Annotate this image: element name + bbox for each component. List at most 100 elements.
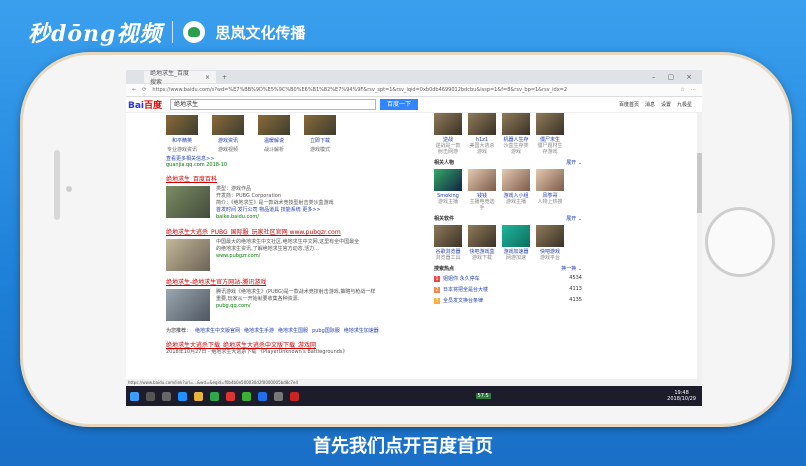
people-expand[interactable]: 展开 ⌄ [566, 159, 582, 166]
cite: guanjia.qq.com 2018-10 [166, 162, 228, 168]
caption-sub: 游戏模式 [309, 147, 330, 153]
divider [172, 21, 174, 43]
side-item[interactable]: 僵尸末生 僵尸题材生存游戏 [536, 113, 564, 155]
more-link[interactable]: 查看更多相关信息>> [166, 155, 426, 162]
url-field[interactable]: https://www.baidu.com/s?wd=%E7%BB%9D%E5%… [152, 87, 674, 93]
app-icon[interactable] [210, 391, 219, 401]
software-expand[interactable]: 展开 ⌄ [566, 215, 582, 222]
person-item[interactable]: 游戏入小组 游戏主播 [502, 169, 530, 211]
maximize-button[interactable]: ▢ [668, 73, 675, 81]
game-caption[interactable]: 立即下载 [304, 137, 336, 144]
game-thumb[interactable] [212, 115, 244, 135]
browser-screen: 绝地求生_百度搜索 × + – ▢ × ← ⟳ https://www.baid… [126, 70, 702, 406]
link-baidu-home[interactable]: 百度首页 [619, 101, 639, 108]
brand-logo-right: 思岚文化传播 [215, 23, 306, 42]
person-item[interactable]: Smoking 游戏主播 [434, 169, 462, 211]
related-link[interactable]: 绝地求生国服 [278, 327, 308, 334]
close-window-button[interactable]: × [686, 73, 692, 81]
result-title[interactable]: 绝地求生-绝地求生官方网站-腾讯游戏 [166, 277, 426, 286]
related-link[interactable]: pubg国际服 [312, 327, 340, 334]
app-icon[interactable] [258, 391, 267, 401]
app-icon[interactable] [274, 391, 283, 401]
wechat-icon[interactable] [242, 391, 251, 401]
related-link[interactable]: 绝地求生加速器 [344, 327, 379, 334]
related-link[interactable]: 绝地求生手游 [244, 327, 274, 334]
side-item[interactable]: 机器人生存 沙盒生存类游戏 [502, 113, 530, 155]
result-cite: www.pubgzr.com/ [216, 253, 261, 259]
hot-refresh[interactable]: 换一换 ⌄ [561, 265, 582, 272]
start-icon[interactable] [130, 391, 139, 401]
minimize-button[interactable]: – [652, 73, 656, 81]
brand-logo-left: 秒dōng视频 [28, 21, 163, 47]
software-item[interactable]: 快吧游戏盒 游戏下载 [468, 225, 496, 261]
game-thumb[interactable] [166, 115, 198, 135]
game-thumbs [166, 115, 426, 135]
result-cite: baike.baidu.com/ [216, 214, 259, 220]
game-caption[interactable]: 和平精英 [166, 137, 198, 144]
game-caption[interactable]: 游戏资讯 [212, 137, 244, 144]
search-icon[interactable] [146, 391, 155, 401]
phone-speaker [54, 150, 60, 220]
result-title[interactable]: 绝地求生大逃杀下载_绝地求生大逃杀中文版下载_游戏网 [166, 340, 426, 349]
scroll-thumb[interactable] [697, 153, 702, 213]
link-user[interactable]: 九极星 [677, 101, 692, 108]
menu-icon[interactable]: ⋯ [691, 87, 696, 93]
software-item[interactable]: 游戏加速器 网游加速 [502, 225, 530, 261]
person-item[interactable]: 钱钱 主播电竞选手 [468, 169, 496, 211]
game-caption[interactable]: 温暖解说 [258, 137, 290, 144]
caption-sub: 游戏视频 [217, 147, 238, 153]
baidu-logo[interactable]: Bai百度 [128, 98, 166, 111]
browser-tab[interactable]: 绝地求生_百度搜索 × [144, 70, 216, 86]
hot-item[interactable]: 1 姐姐你 永久停车 4534 [434, 275, 582, 282]
search-button[interactable]: 百度一下 [380, 99, 418, 110]
link-settings[interactable]: 设置 [661, 101, 671, 108]
hot-item[interactable]: 3 全员发文换台条律 4135 [434, 297, 582, 304]
clock[interactable]: 19:48 2018/10/29 [667, 390, 702, 402]
side-item[interactable]: 逆战 逆战是一款射击网游 [434, 113, 462, 155]
software-item[interactable]: 谷歌浏览器 浏览器工具 [434, 225, 462, 261]
side-item[interactable]: h1z1 美国大逃杀游戏 [468, 113, 496, 155]
app-icon[interactable] [290, 391, 299, 401]
software-item[interactable]: 快吧游戏 游戏平台 [536, 225, 564, 261]
address-bar[interactable]: ← ⟳ https://www.baidu.com/s?wd=%E7%BB%9D… [126, 84, 702, 97]
home-button[interactable] [705, 207, 775, 277]
result-line: 的绝地求生资讯,了解绝地求生官方动态,活力... [216, 246, 319, 252]
search-input[interactable]: 绝地求生 [170, 99, 376, 110]
software-grid: 谷歌浏览器 浏览器工具 快吧游戏盒 游戏下载 游戏加速器 网游加速 快吧游戏 游戏平台 [432, 225, 582, 261]
tab-bar: 绝地求生_百度搜索 × + – ▢ × [126, 70, 702, 86]
software-label: 相关软件 [434, 216, 455, 222]
caption-sub: 专业游戏资讯 [166, 147, 197, 153]
link-messages[interactable]: 消息 [645, 101, 655, 108]
result-line[interactable]: 首发时间 发行公司 物品道具 技能系统 更多>> [216, 207, 334, 214]
edge-icon[interactable] [178, 391, 187, 401]
star-icon[interactable]: ☆ [681, 87, 685, 93]
hot-item[interactable]: 2 日本将把全是台大楼 4113 [434, 286, 582, 293]
result-image[interactable] [166, 186, 210, 218]
result-title[interactable]: 绝地求生大逃杀_PUBG_国际服_玩家社区官网 www.pubgzr.com [166, 227, 426, 236]
result-line: 腾讯游戏《绝地求生》(PUBG)是一款战术竞技射击游戏,策略与枪战一样 [216, 289, 376, 295]
new-tab-button[interactable]: + [222, 74, 227, 81]
tab-close-icon[interactable]: × [205, 74, 210, 81]
related-searches: 为您推荐： 绝地求生中文版官网 绝地求生手游 绝地求生国服 pubg国际服 绝地… [166, 327, 426, 334]
phone-camera [66, 186, 72, 192]
scrollbar[interactable] [697, 113, 702, 383]
right-sidebar: 逆战 逆战是一款射击网游 h1z1 美国大逃杀游戏 机器人生存 沙盒生存类游戏 僵尸末… [432, 113, 582, 383]
folder-icon[interactable] [194, 391, 203, 401]
watermark-header: 秒dōng视频 思岚文化传播 [28, 16, 305, 48]
refresh-icon[interactable]: ⟳ [142, 87, 146, 93]
taskview-icon[interactable] [162, 391, 171, 401]
related-link[interactable]: 绝地求生中文版官网 [195, 327, 240, 334]
app-icon[interactable] [226, 391, 235, 401]
result-title[interactable]: 绝地求生_百度百科 [166, 174, 426, 183]
result-line: 中国最大的绝地求生中文社区,绝地求生中文网,这里有全中国最全 [216, 239, 360, 245]
game-thumb[interactable] [304, 115, 336, 135]
result-item: 绝地求生_百度百科 类型：游戏作品 开发商：PUBG Corporation 简… [166, 174, 426, 221]
result-image[interactable] [166, 289, 210, 321]
top-links: 百度首页 消息 设置 九极星 [619, 101, 702, 108]
result-image[interactable] [166, 239, 210, 271]
search-results: 和平精英 游戏资讯 温暖解说 立即下载 专业游戏资讯 游戏视频 战斗解析 游戏模… [126, 113, 426, 383]
game-thumb[interactable] [258, 115, 290, 135]
back-icon[interactable]: ← [132, 87, 136, 93]
baidu-header: Bai百度 绝地求生 百度一下 百度首页 消息 设置 九极星 [126, 97, 702, 113]
person-item[interactable]: 风筝哥 人物上热搜 [536, 169, 564, 211]
